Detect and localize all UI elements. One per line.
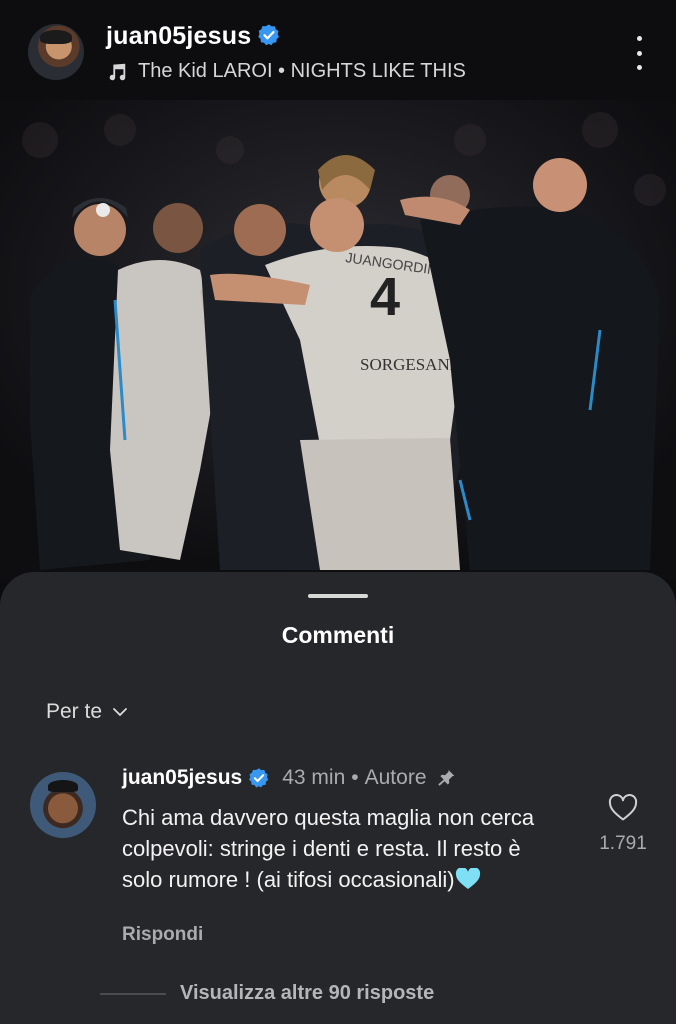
music-track-label: The Kid LAROI • NIGHTS LIKE THIS: [138, 60, 466, 82]
sheet-drag-handle[interactable]: [308, 594, 368, 598]
jersey-sponsor: SORGESANA: [360, 355, 463, 374]
verified-icon: [249, 768, 269, 788]
heart-outline-icon[interactable]: [608, 794, 638, 822]
comments-sheet: Commenti Per te juan05jesus 43 min • Aut…: [0, 572, 676, 1024]
comment-username[interactable]: juan05jesus: [122, 766, 242, 790]
comment-text: Chi ama davvero questa maglia non cerca …: [122, 802, 562, 895]
more-options-icon[interactable]: [632, 36, 646, 70]
like-button[interactable]: 1.791: [596, 794, 650, 855]
profile-avatar[interactable]: [28, 24, 84, 80]
jersey-number: 4: [370, 267, 400, 327]
header-username[interactable]: juan05jesus: [106, 22, 281, 51]
verified-icon: [258, 24, 280, 46]
like-count: 1.791: [599, 833, 647, 854]
comment-header: juan05jesus 43 min • Autore: [122, 766, 457, 790]
reply-button[interactable]: Rispondi: [122, 924, 203, 946]
view-replies-label[interactable]: Visualizza altre 90 risposte: [180, 982, 434, 1005]
music-track[interactable]: The Kid LAROI • NIGHTS LIKE THIS: [106, 60, 466, 83]
sheet-title: Commenti: [281, 622, 395, 648]
music-note-icon: [109, 63, 126, 80]
comment-avatar[interactable]: [30, 772, 96, 838]
comment-time: 43 min: [282, 766, 346, 789]
pin-icon: [437, 769, 454, 786]
light-blue-heart-emoji: [455, 868, 480, 889]
replies-divider-line: [100, 992, 166, 995]
post-photo[interactable]: 4 JUANGORDINE SORGESANA: [0, 100, 676, 580]
author-badge: Autore: [364, 766, 427, 789]
celebration-image: 4 JUANGORDINE SORGESANA: [0, 100, 676, 580]
sort-dropdown[interactable]: Per te: [46, 700, 130, 724]
sort-label: Per te: [46, 700, 103, 723]
header-username-text[interactable]: juan05jesus: [106, 22, 251, 50]
post-header: juan05jesus The Kid LAROI • NIGHTS LIKE …: [0, 0, 676, 100]
comment-item: juan05jesus 43 min • Autore Chi ama davv…: [0, 762, 676, 962]
view-more-replies[interactable]: Visualizza altre 90 risposte: [100, 982, 434, 1005]
chevron-down-icon: [113, 708, 127, 716]
separator-dot: •: [351, 766, 359, 789]
